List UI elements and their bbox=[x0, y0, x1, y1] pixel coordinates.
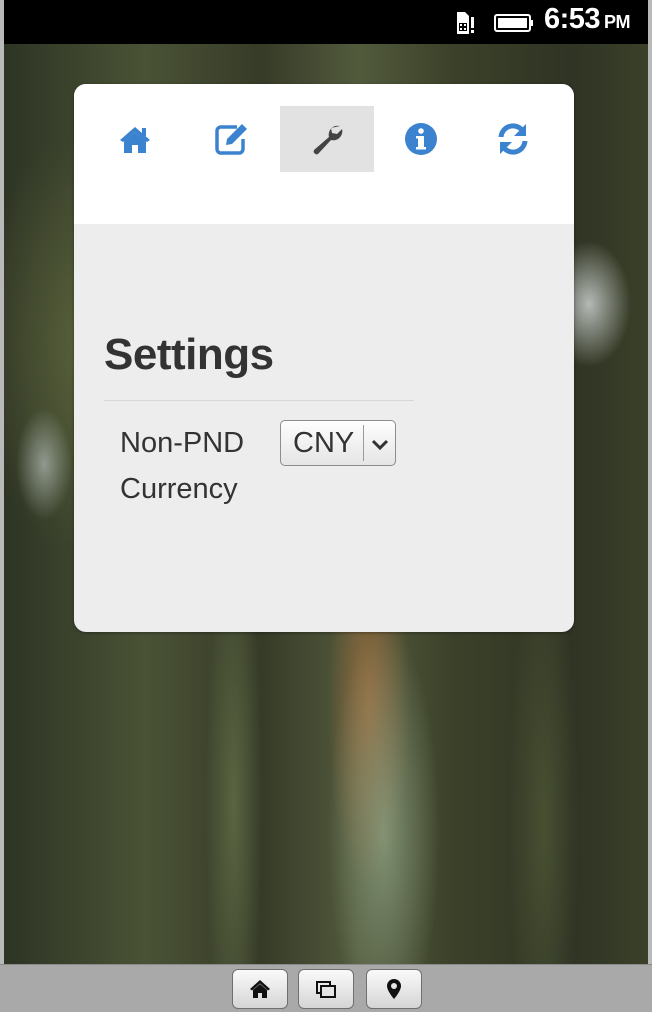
wrench-icon bbox=[313, 125, 343, 155]
tab-edit[interactable] bbox=[184, 106, 278, 172]
divider bbox=[104, 400, 414, 401]
clock-time: 6:53 bbox=[544, 3, 601, 35]
tab-info[interactable] bbox=[374, 106, 468, 172]
info-icon bbox=[405, 123, 437, 155]
edit-icon bbox=[215, 124, 247, 155]
refresh-icon bbox=[498, 123, 528, 155]
system-home-button[interactable] bbox=[232, 969, 288, 1009]
status-bar: 6:53 PM bbox=[4, 0, 648, 44]
currency-field-label: Non-PND Currency bbox=[120, 427, 245, 505]
system-bottom-bar bbox=[0, 964, 652, 1012]
tab-home[interactable] bbox=[88, 106, 182, 172]
clock: 6:53 PM bbox=[544, 3, 631, 36]
currency-select-value: CNY bbox=[293, 427, 355, 459]
currency-select[interactable]: CNY bbox=[280, 420, 396, 466]
windows-icon bbox=[316, 981, 336, 998]
battery-icon bbox=[494, 14, 533, 32]
home-icon bbox=[250, 980, 270, 998]
location-pin-icon bbox=[387, 979, 401, 999]
system-location-button[interactable] bbox=[366, 969, 422, 1009]
settings-panel: Settings Non-PND Currency CNY bbox=[74, 84, 574, 632]
toolbar bbox=[74, 84, 574, 224]
sim-alert-icon bbox=[457, 12, 474, 34]
tab-refresh[interactable] bbox=[466, 106, 560, 172]
select-separator bbox=[363, 425, 364, 461]
system-windows-button[interactable] bbox=[298, 969, 354, 1009]
tab-settings[interactable] bbox=[280, 106, 374, 172]
home-icon bbox=[120, 127, 150, 153]
chevron-down-icon bbox=[371, 439, 389, 451]
page-title: Settings bbox=[104, 330, 274, 379]
clock-ampm: PM bbox=[604, 12, 631, 32]
